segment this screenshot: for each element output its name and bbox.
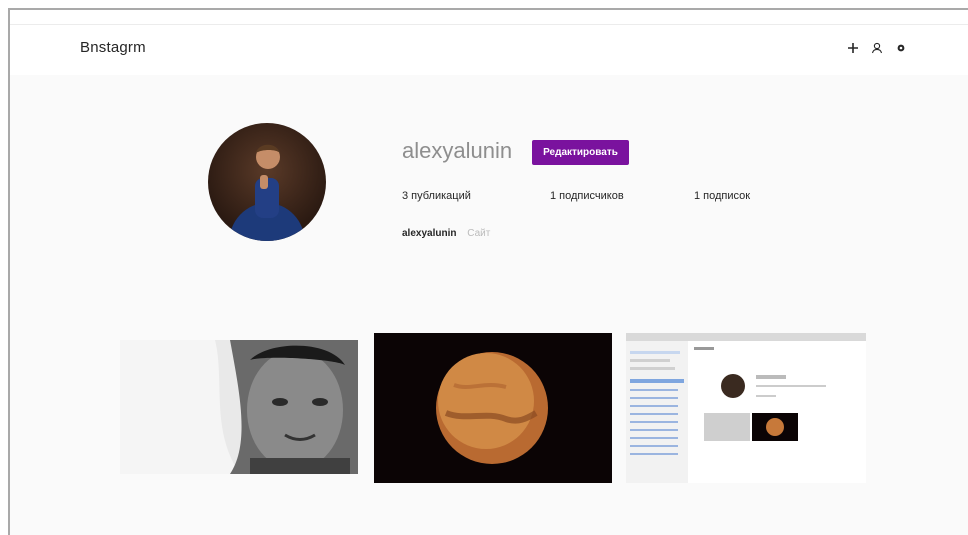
post-thumbnail[interactable] (374, 333, 612, 483)
gear-icon[interactable] (894, 41, 908, 55)
header-icons (846, 41, 908, 55)
profile-username: alexyalunin (402, 138, 513, 163)
browser-window: Bnstagrm alexyalunin Редактировать 3 пуб… (8, 8, 968, 535)
top-nav: Bnstagrm (10, 25, 968, 75)
post-thumbnail[interactable] (626, 333, 866, 483)
window-top-bar (10, 10, 968, 25)
app-logo[interactable]: Bnstagrm (80, 39, 146, 56)
bio-link[interactable]: Сайт (467, 228, 490, 239)
profile-bio: alexyalunin Сайт (402, 228, 490, 239)
profile-avatar[interactable] (208, 123, 326, 241)
following-count[interactable]: 1 подписок (694, 190, 750, 202)
post-thumbnail[interactable] (120, 340, 358, 474)
plus-icon[interactable] (846, 41, 860, 55)
user-icon[interactable] (870, 41, 884, 55)
posts-count: 3 публикаций (402, 190, 471, 202)
followers-count[interactable]: 1 подписчиков (550, 190, 624, 202)
bio-name: alexyalunin (402, 228, 457, 239)
edit-profile-button[interactable]: Редактировать (532, 140, 629, 165)
